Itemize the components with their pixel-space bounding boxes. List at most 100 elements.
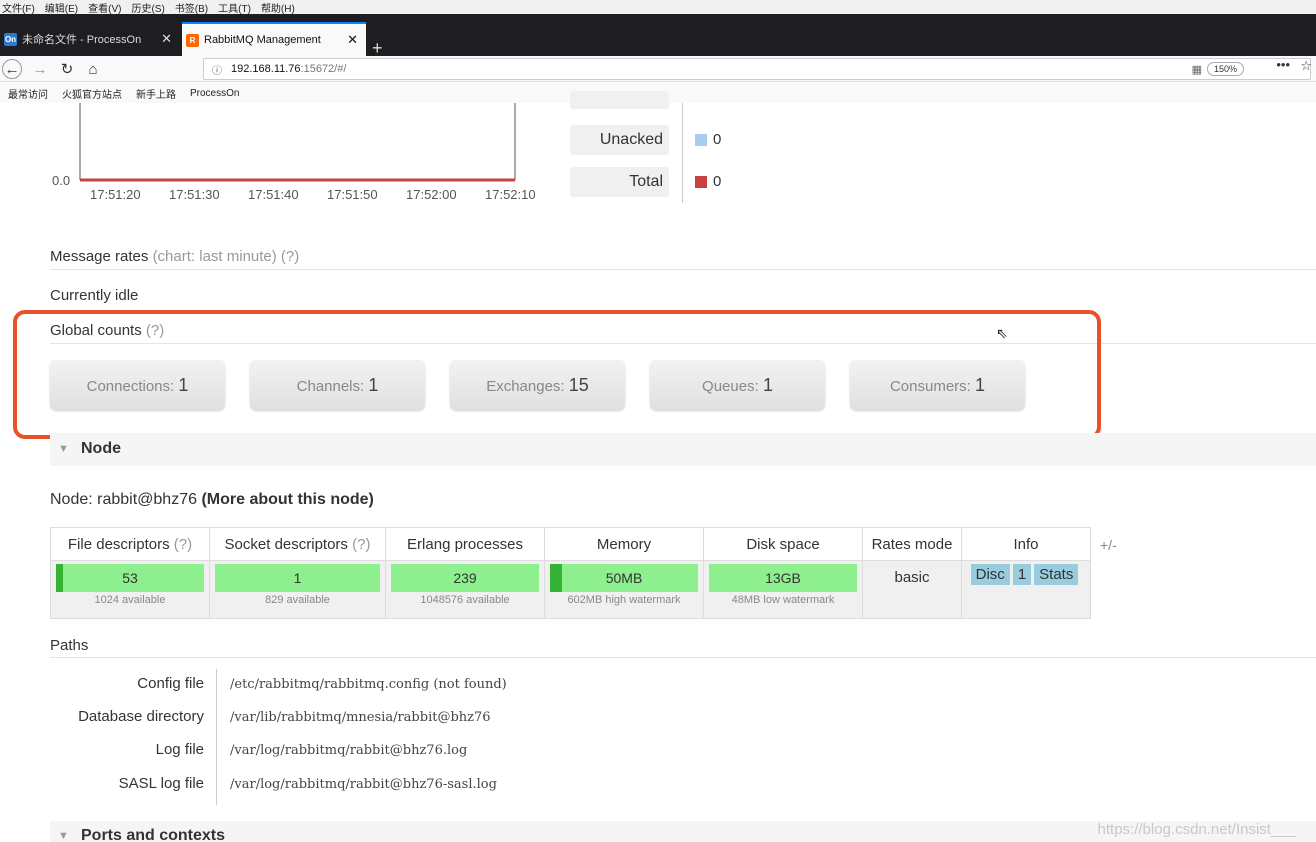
- close-tab-icon[interactable]: ✕: [161, 31, 172, 47]
- qr-code-icon[interactable]: ▦: [1192, 63, 1202, 76]
- menu-history[interactable]: 历史(S): [131, 0, 164, 15]
- watermark-text: https://blog.csdn.net/Insist___: [1097, 821, 1296, 838]
- file-descriptors-header: File descriptors (?): [50, 527, 210, 561]
- collapse-triangle-icon[interactable]: ▼: [58, 830, 69, 842]
- legend-divider: [682, 103, 683, 203]
- queued-messages-chart: 0.0 17:51:20 17:51:30 17:51:40 17:51:50 17:5…: [52, 103, 536, 202]
- erlang-processes-available: 1048576 available: [420, 594, 510, 606]
- x-axis-tick-label: 17:51:40: [248, 187, 299, 202]
- menu-help[interactable]: 帮助(H): [261, 0, 295, 15]
- total-value: 0: [713, 173, 722, 190]
- tab-rabbitmq[interactable]: R RabbitMQ Management ✕: [182, 22, 366, 56]
- file-descriptors-available: 1024 available: [94, 594, 166, 606]
- rabbitmq-overview-page: 0.0 17:51:20 17:51:30 17:51:40 17:51:50 17:5…: [0, 91, 1316, 842]
- bookmark-processon[interactable]: ProcessOn: [190, 88, 239, 99]
- home-icon[interactable]: ⌂: [83, 59, 103, 79]
- disk-space-bar: 13GB: [709, 564, 857, 592]
- legend-total-label: Total: [570, 167, 669, 197]
- currently-idle-text: Currently idle: [50, 287, 139, 304]
- path-value: /var/log/rabbitmq/rabbit@bhz76-sasl.log: [230, 777, 497, 792]
- disk-space-cell: 13GB 48MB low watermark: [703, 560, 863, 619]
- rabbitmq-favicon-icon: R: [186, 33, 199, 47]
- menu-bookmarks[interactable]: 书签(B): [175, 0, 208, 15]
- node-name: Node: rabbit@bhz76: [50, 491, 197, 508]
- node-section-header[interactable]: ▼ Node: [50, 433, 1316, 466]
- ports-section-title: Ports and contexts: [81, 827, 226, 842]
- tab-bar: On 未命名文件 - ProcessOn ✕ R RabbitMQ Manage…: [0, 14, 1316, 58]
- path-key: Database directory: [78, 708, 204, 725]
- unacked-value: 0: [713, 131, 722, 148]
- x-axis-tick-label: 17:51:20: [90, 187, 141, 202]
- tab-processon[interactable]: On 未命名文件 - ProcessOn ✕: [0, 22, 180, 56]
- memory-watermark: 602MB high watermark: [567, 594, 681, 606]
- forward-arrow-icon[interactable]: →: [30, 59, 50, 79]
- processon-favicon-icon: On: [4, 32, 17, 46]
- mouse-cursor-icon: ⇖: [996, 325, 1008, 341]
- path-key: SASL log file: [118, 775, 204, 792]
- tab-rabbitmq-label: RabbitMQ Management: [204, 34, 321, 46]
- x-axis-tick-label: 17:51:30: [169, 187, 220, 202]
- menu-view[interactable]: 查看(V): [88, 0, 121, 15]
- path-value: /var/lib/rabbitmq/mnesia/rabbit@bhz76: [230, 710, 491, 725]
- message-rates-hint[interactable]: (chart: last minute) (?): [153, 248, 300, 265]
- file-descriptors-bar: 53: [56, 564, 204, 592]
- menu-file[interactable]: 文件(F): [2, 0, 35, 15]
- erlang-processes-cell: 239 1048576 available: [385, 560, 545, 619]
- bookmark-firefox-official[interactable]: 火狐官方站点: [62, 86, 122, 101]
- menu-tools[interactable]: 工具(T): [218, 0, 251, 15]
- message-rates-heading: Message rates (chart: last minute) (?): [50, 248, 299, 265]
- menu-edit[interactable]: 编辑(E): [45, 0, 78, 15]
- url-bar[interactable]: ⓘ 192.168.11.76 :15672/#/ ▦ 150%: [203, 58, 1311, 80]
- bookmark-most-visited[interactable]: 最常访问: [8, 86, 48, 101]
- file-descriptors-cell: 53 1024 available: [50, 560, 210, 619]
- path-value: /var/log/rabbitmq/rabbit@bhz76.log: [230, 743, 468, 758]
- page-actions-icon[interactable]: •••: [1276, 57, 1290, 72]
- memory-header: Memory: [544, 527, 704, 561]
- legend-unacked-label: Unacked: [570, 125, 669, 155]
- help-hint[interactable]: (?): [174, 536, 192, 553]
- disk-space-header: Disk space: [703, 527, 863, 561]
- memory-cell: 50MB 602MB high watermark: [544, 560, 704, 619]
- stats-badge[interactable]: Stats: [1034, 564, 1079, 585]
- x-axis-tick-label: 17:52:00: [406, 187, 457, 202]
- path-row-sasl: SASL log file /var/log/rabbitmq/rabbit@b…: [0, 769, 700, 802]
- erlang-processes-bar: 239: [391, 564, 539, 592]
- erlang-processes-header: Erlang processes: [385, 527, 545, 561]
- divider: [50, 657, 1316, 658]
- browser-menubar: 文件(F) 编辑(E) 查看(V) 历史(S) 书签(B) 工具(T) 帮助(H…: [0, 0, 1316, 15]
- socket-descriptors-cell: 1 829 available: [209, 560, 386, 619]
- message-rates-label: Message rates: [50, 248, 149, 265]
- url-host: 192.168.11.76: [231, 63, 301, 75]
- total-swatch: [695, 176, 707, 188]
- path-row-log: Log file /var/log/rabbitmq/rabbit@bhz76.…: [0, 735, 700, 768]
- node-name-line: Node: rabbit@bhz76 (More about this node…: [50, 491, 374, 509]
- unacked-swatch: [695, 134, 707, 146]
- toggle-columns-button[interactable]: +/-: [1100, 537, 1117, 553]
- x-axis-ticks: 17:51:20 17:51:30 17:51:40 17:51:50 17:52:00…: [90, 187, 536, 202]
- legend-ready-row: [570, 91, 669, 109]
- info-header: Info: [961, 527, 1091, 561]
- socket-descriptors-bar: 1: [215, 564, 380, 592]
- tab-processon-label: 未命名文件 - ProcessOn: [22, 34, 142, 46]
- disk-space-watermark: 48MB low watermark: [731, 594, 835, 606]
- divider: [50, 269, 1316, 270]
- help-hint[interactable]: (?): [352, 536, 370, 553]
- socket-descriptors-available: 829 available: [265, 594, 330, 606]
- collapse-triangle-icon[interactable]: ▼: [58, 443, 69, 455]
- close-tab-icon[interactable]: ✕: [347, 32, 358, 48]
- more-about-node-link[interactable]: (More about this node): [201, 491, 373, 508]
- y-axis-min-label: 0.0: [52, 173, 70, 188]
- count-badge[interactable]: 1: [1012, 564, 1032, 585]
- disc-badge[interactable]: Disc: [970, 564, 1010, 585]
- site-info-icon[interactable]: ⓘ: [212, 62, 222, 77]
- path-row-database: Database directory /var/lib/rabbitmq/mne…: [0, 702, 700, 735]
- bookmark-star-icon[interactable]: ☆: [1300, 58, 1312, 74]
- info-cell: Disc 1 Stats: [961, 560, 1091, 619]
- path-row-config: Config file /etc/rabbitmq/rabbitmq.confi…: [0, 669, 700, 702]
- url-path: :15672/#/: [300, 63, 347, 75]
- reload-icon[interactable]: ↻: [57, 59, 77, 79]
- back-arrow-icon[interactable]: ←: [2, 59, 22, 79]
- path-value: /etc/rabbitmq/rabbitmq.config (not found…: [230, 677, 507, 692]
- bookmark-getting-started[interactable]: 新手上路: [136, 86, 176, 101]
- zoom-level-badge[interactable]: 150%: [1206, 62, 1244, 76]
